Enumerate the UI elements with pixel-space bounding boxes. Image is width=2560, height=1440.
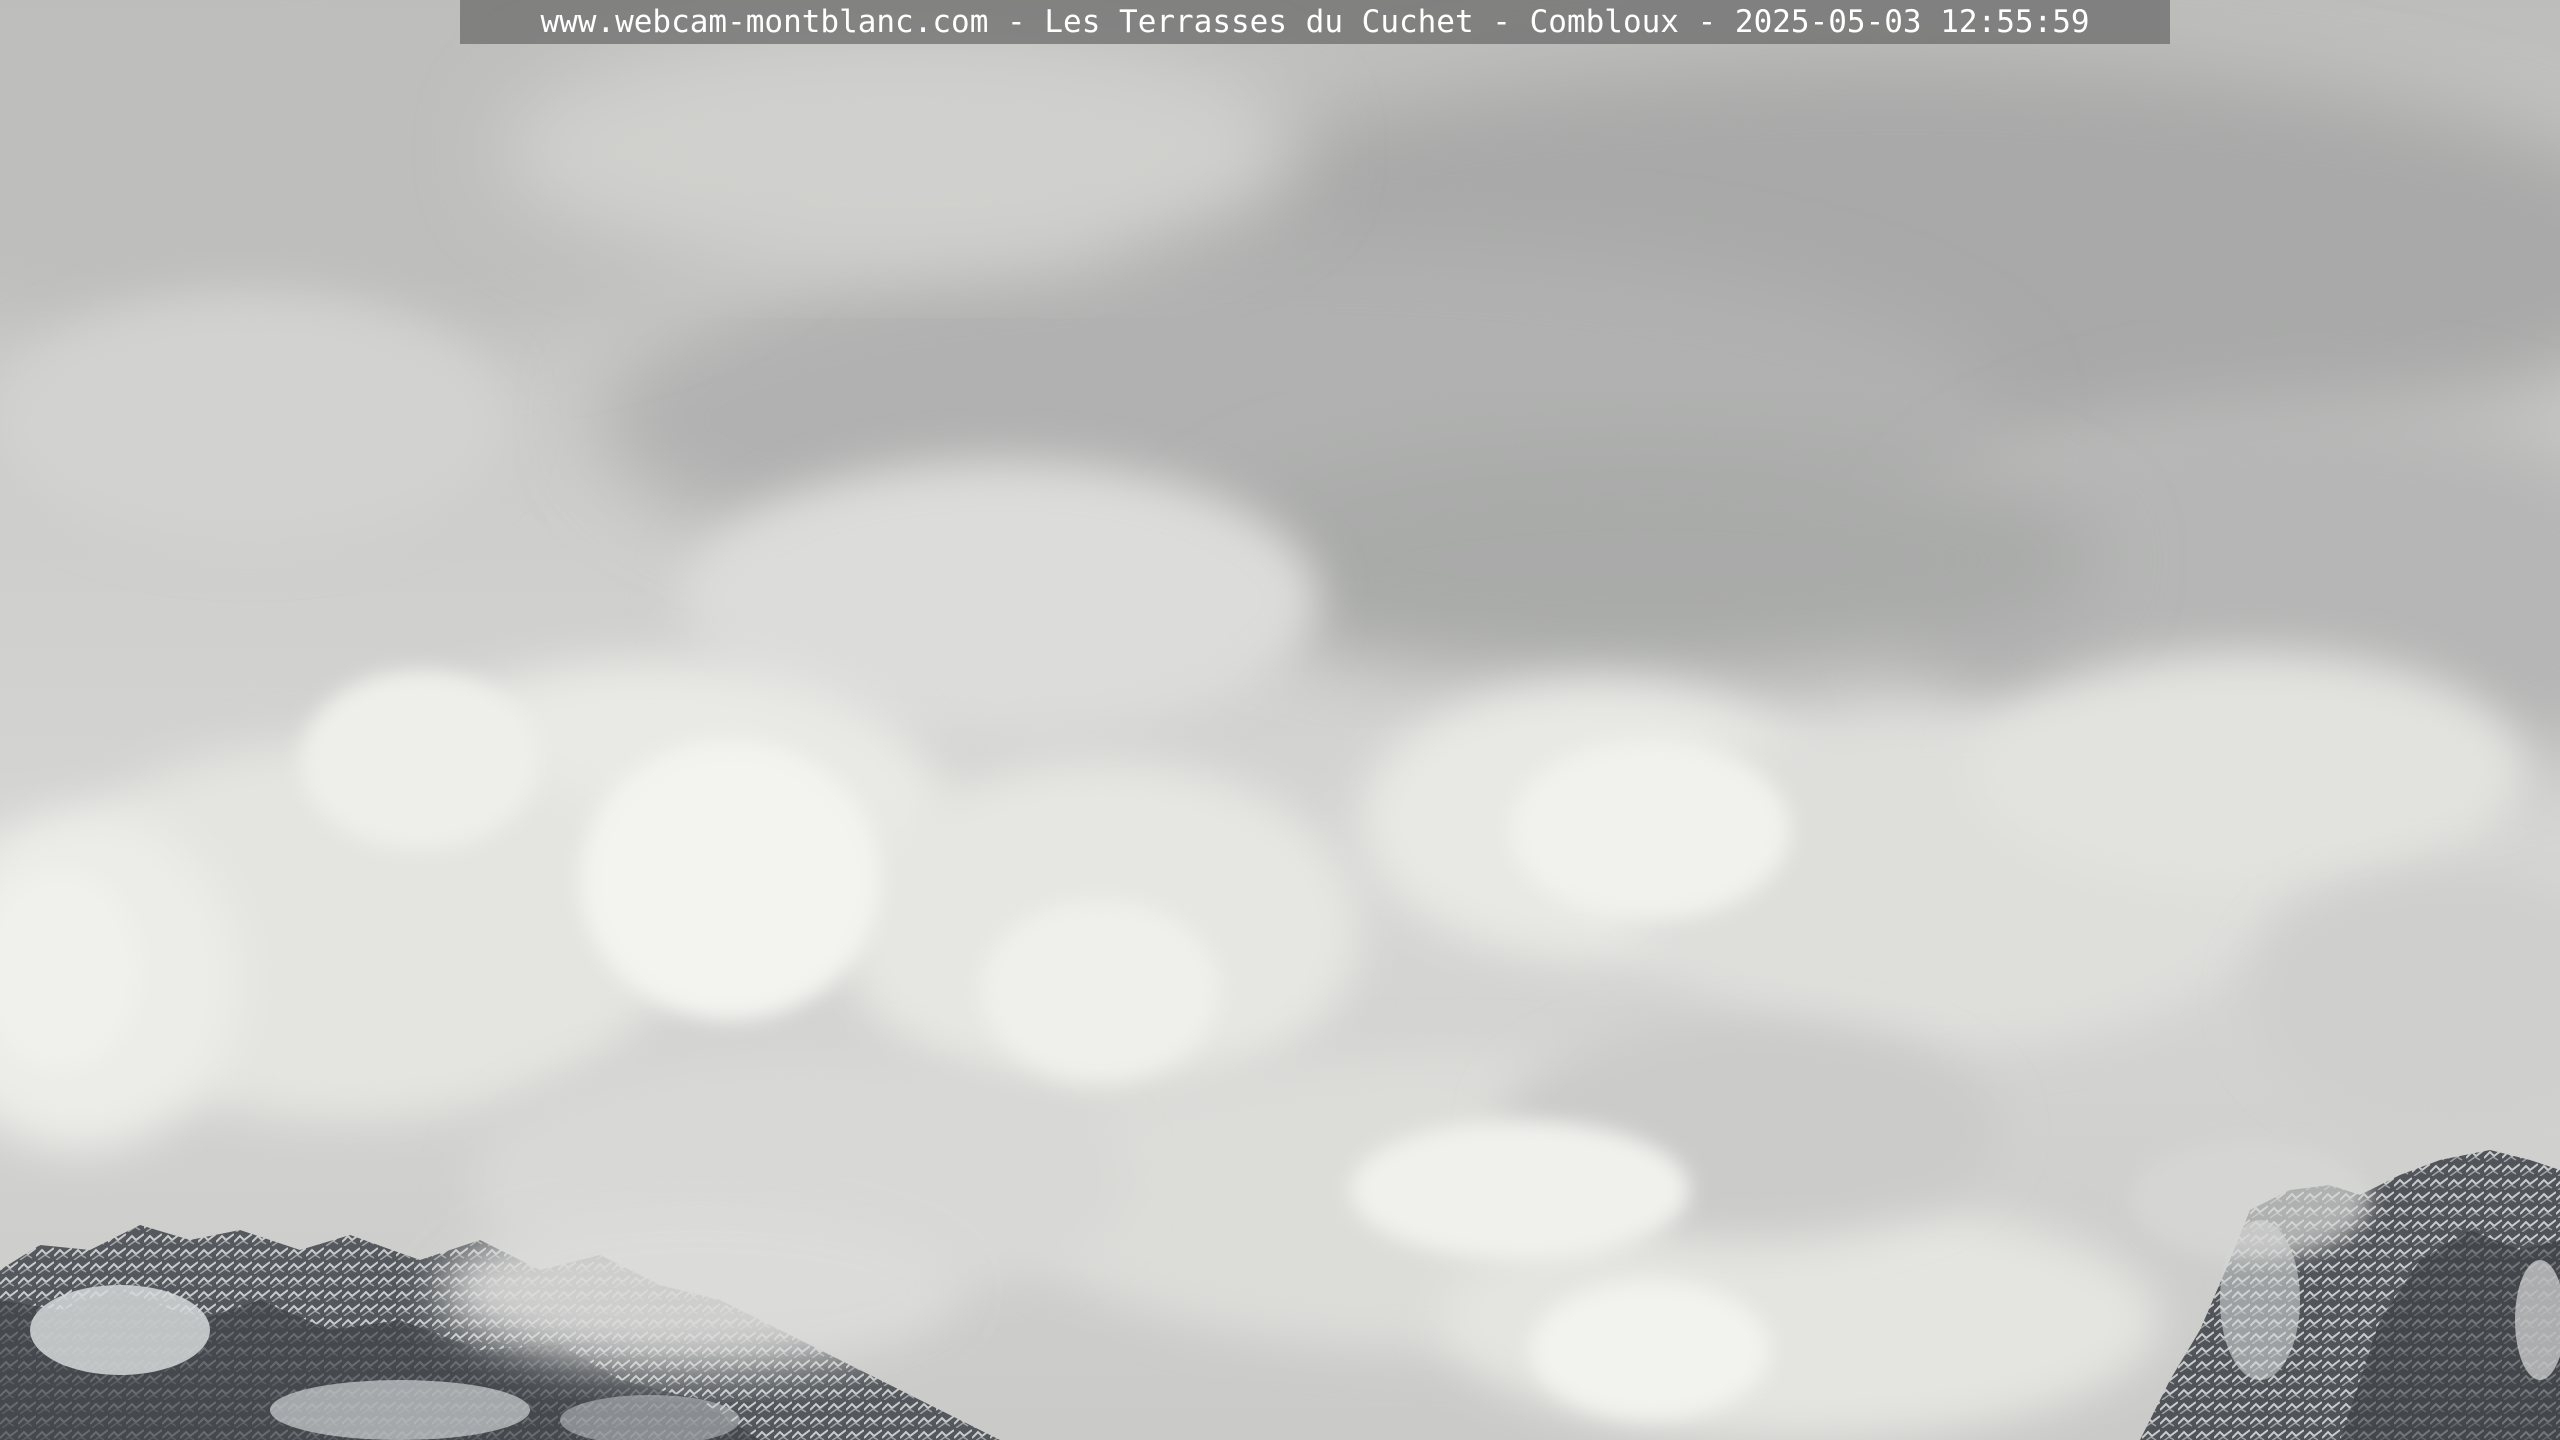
- webcam-caption-text: www.webcam-montblanc.com - Les Terrasses…: [540, 4, 2090, 40]
- webcam-photo: [0, 10, 2560, 1440]
- webcam-frame: www.webcam-montblanc.com - Les Terrasses…: [0, 0, 2560, 1440]
- timestamp-caption-bar: www.webcam-montblanc.com - Les Terrasses…: [460, 0, 2170, 44]
- left-mountain-ridge: [0, 1210, 1000, 1440]
- right-mountain-peak: [2130, 1140, 2560, 1440]
